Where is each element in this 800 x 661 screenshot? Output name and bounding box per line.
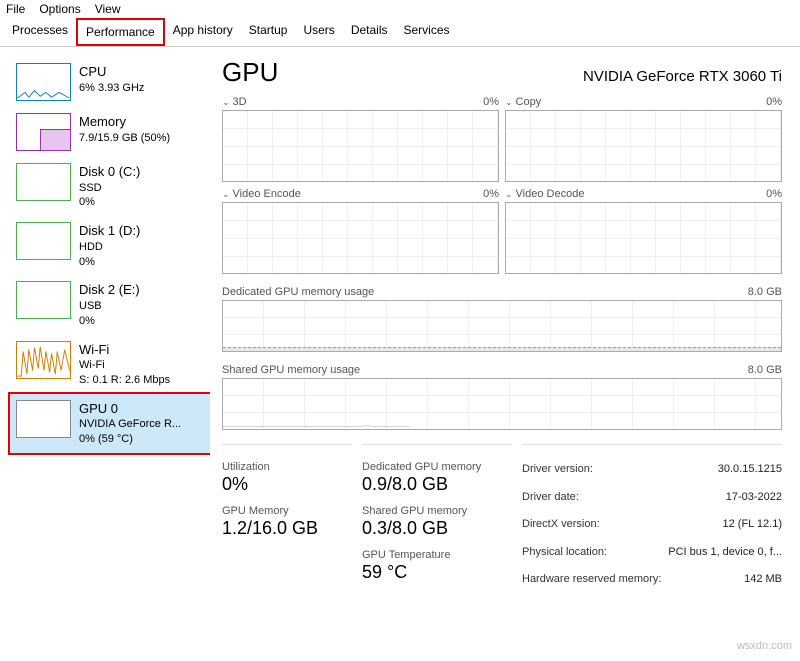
sidebar-item-sub: 6% 3.93 GHz [79, 81, 144, 96]
stat-gpu-temp: GPU Temperature 59 °C [362, 549, 512, 583]
stat-utilization: Utilization 0% [222, 461, 352, 495]
chart-label: Video Decode [516, 188, 585, 200]
chevron-down-icon: ⌄ [505, 97, 513, 107]
sidebar-item-sub: USB [79, 299, 140, 314]
sidebar-item-sub: NVIDIA GeForce R... [79, 417, 181, 432]
wide-max: 8.0 GB [748, 286, 782, 298]
chart-label: Copy [516, 96, 542, 108]
chart-body [222, 202, 499, 274]
cpu-thumb-icon [16, 63, 71, 101]
chart-body [505, 110, 782, 182]
sidebar-item-cpu[interactable]: CPU 6% 3.93 GHz [10, 57, 210, 107]
tab-users[interactable]: Users [295, 18, 342, 46]
sidebar-item-label: Disk 0 (C:) [79, 163, 140, 181]
shared-gpu-mem-section: Shared GPU memory usage 8.0 GB [222, 364, 782, 430]
menu-options[interactable]: Options [39, 2, 80, 16]
sidebar-item-sub2: 0% (59 °C) [79, 432, 181, 447]
chart-video-encode[interactable]: ⌄Video Encode 0% [222, 188, 499, 274]
chart-body [222, 300, 782, 352]
sidebar-item-sub2: S: 0.1 R: 2.6 Mbps [79, 373, 170, 388]
gpu-thumb-icon [16, 400, 71, 438]
stat-dedicated-mem: Dedicated GPU memory 0.9/8.0 GB [362, 461, 512, 495]
tab-services[interactable]: Services [396, 18, 458, 46]
chart-body [222, 378, 782, 430]
sidebar-item-sub: HDD [79, 240, 140, 255]
chart-body [505, 202, 782, 274]
chart-pct: 0% [766, 188, 782, 200]
wifi-thumb-icon [16, 341, 71, 379]
sidebar-item-sub2: 0% [79, 314, 140, 329]
kv-driver-version: Driver version:30.0.15.1215 [522, 461, 782, 479]
stat-value: 0.9/8.0 GB [362, 474, 512, 495]
tab-app-history[interactable]: App history [165, 18, 241, 46]
sidebar-item-label: CPU [79, 63, 144, 81]
page-title: GPU [222, 57, 278, 88]
wide-label: Shared GPU memory usage [222, 364, 360, 376]
sidebar-item-label: Wi-Fi [79, 341, 170, 359]
menubar: File Options View [0, 0, 800, 18]
stat-value: 0.3/8.0 GB [362, 518, 512, 539]
sidebar-item-sub: SSD [79, 181, 140, 196]
sidebar-item-label: Disk 2 (E:) [79, 281, 140, 299]
gpu-model: NVIDIA GeForce RTX 3060 Ti [583, 68, 782, 85]
stat-shared-mem: Shared GPU memory 0.3/8.0 GB [362, 505, 512, 539]
sidebar-item-label: Memory [79, 113, 170, 131]
sidebar-item-sub: Wi-Fi [79, 358, 170, 373]
tab-processes[interactable]: Processes [4, 18, 76, 46]
wide-max: 8.0 GB [748, 364, 782, 376]
stat-label: Shared GPU memory [362, 505, 512, 517]
stat-label: Utilization [222, 461, 352, 473]
sidebar-item-gpu0[interactable]: GPU 0 NVIDIA GeForce R... 0% (59 °C) [10, 394, 210, 453]
sidebar-item-disk2[interactable]: Disk 2 (E:) USB 0% [10, 275, 210, 334]
chevron-down-icon: ⌄ [222, 97, 230, 107]
stat-value: 1.2/16.0 GB [222, 518, 352, 539]
kv-physical-loc: Physical location:PCI bus 1, device 0, f… [522, 544, 782, 562]
disk-thumb-icon [16, 163, 71, 201]
chart-video-decode[interactable]: ⌄Video Decode 0% [505, 188, 782, 274]
menu-file[interactable]: File [6, 2, 25, 16]
sidebar-item-disk0[interactable]: Disk 0 (C:) SSD 0% [10, 157, 210, 216]
tab-performance[interactable]: Performance [76, 18, 165, 46]
chart-label: 3D [233, 96, 247, 108]
sidebar-item-label: GPU 0 [79, 400, 181, 418]
stat-value: 59 °C [362, 562, 512, 583]
sidebar-item-disk1[interactable]: Disk 1 (D:) HDD 0% [10, 216, 210, 275]
stat-gpu-memory: GPU Memory 1.2/16.0 GB [222, 505, 352, 539]
disk-thumb-icon [16, 281, 71, 319]
sidebar-item-memory[interactable]: Memory 7.9/15.9 GB (50%) [10, 107, 210, 157]
chart-label: Video Encode [233, 188, 301, 200]
sidebar-item-sub2: 0% [79, 255, 140, 270]
menu-view[interactable]: View [95, 2, 121, 16]
tab-details[interactable]: Details [343, 18, 396, 46]
chart-pct: 0% [483, 96, 499, 108]
dedicated-gpu-mem-section: Dedicated GPU memory usage 8.0 GB [222, 286, 782, 352]
kv-directx: DirectX version:12 (FL 12.1) [522, 516, 782, 534]
sidebar-item-sub: 7.9/15.9 GB (50%) [79, 131, 170, 146]
chart-pct: 0% [766, 96, 782, 108]
tabbar: Processes Performance App history Startu… [0, 18, 800, 47]
stat-label: Dedicated GPU memory [362, 461, 512, 473]
chevron-down-icon: ⌄ [505, 189, 513, 199]
chart-copy[interactable]: ⌄Copy 0% [505, 96, 782, 182]
watermark: wsxdn.com [737, 640, 792, 652]
disk-thumb-icon [16, 222, 71, 260]
chart-3d[interactable]: ⌄3D 0% [222, 96, 499, 182]
chevron-down-icon: ⌄ [222, 189, 230, 199]
wide-label: Dedicated GPU memory usage [222, 286, 374, 298]
stat-label: GPU Memory [222, 505, 352, 517]
sidebar-item-wifi[interactable]: Wi-Fi Wi-Fi S: 0.1 R: 2.6 Mbps [10, 335, 210, 394]
chart-pct: 0% [483, 188, 499, 200]
tab-startup[interactable]: Startup [241, 18, 296, 46]
kv-hw-reserved: Hardware reserved memory:142 MB [522, 571, 782, 589]
memory-thumb-icon [16, 113, 71, 151]
sidebar-item-label: Disk 1 (D:) [79, 222, 140, 240]
kv-driver-date: Driver date:17-03-2022 [522, 489, 782, 507]
stat-label: GPU Temperature [362, 549, 512, 561]
chart-body [222, 110, 499, 182]
sidebar-item-sub2: 0% [79, 195, 140, 210]
stat-value: 0% [222, 474, 352, 495]
sidebar: CPU 6% 3.93 GHz Memory 7.9/15.9 GB (50%)… [0, 47, 210, 661]
main-panel: GPU NVIDIA GeForce RTX 3060 Ti ⌄3D0% ⌄Co… [210, 47, 800, 661]
